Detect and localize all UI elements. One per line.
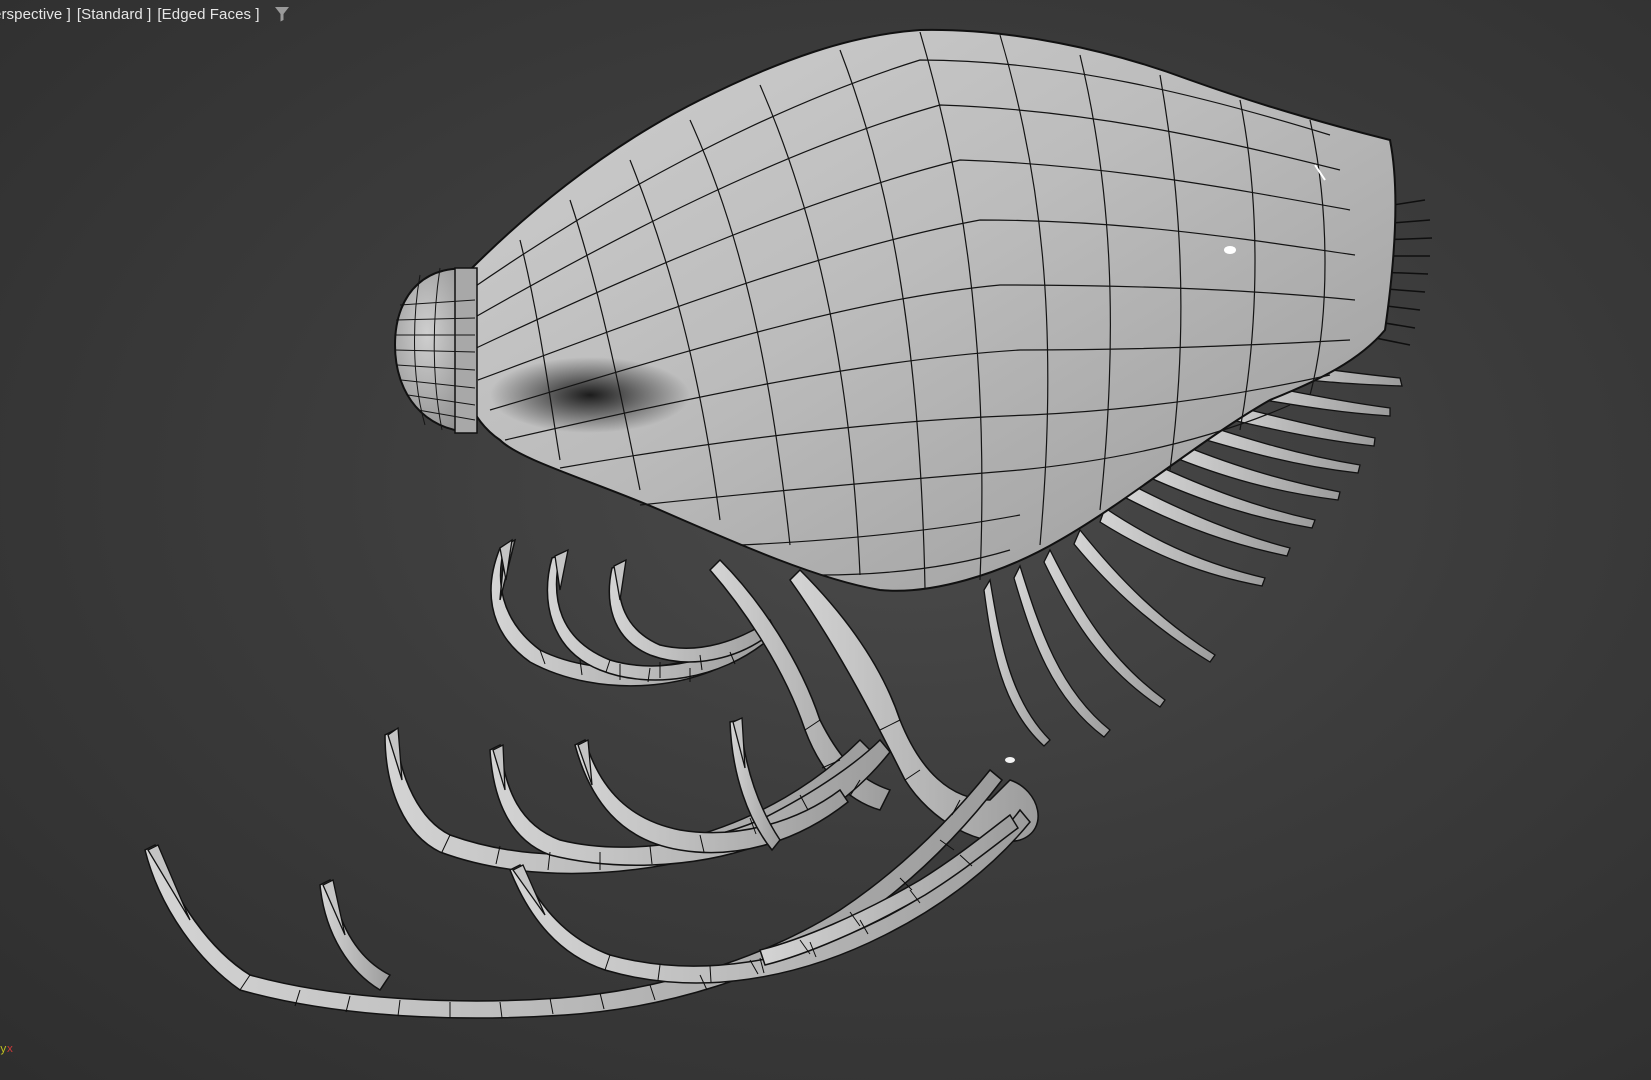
axis-tripod: yx: [0, 1044, 13, 1056]
viewport-label-bar: erspective ] [Standard ] [Edged Faces ]: [0, 4, 290, 24]
head-bulb: [393, 267, 478, 434]
claw-tips: [147, 538, 746, 936]
axis-x-label: x: [6, 1044, 14, 1056]
funnel-filter-icon[interactable]: [274, 6, 290, 22]
shell-shadow: [490, 357, 690, 433]
edged-faces-model[interactable]: [0, 0, 1651, 1080]
view-label-menu[interactable]: erspective ]: [0, 6, 71, 23]
axis-y-label: y: [0, 1044, 7, 1056]
perspective-viewport[interactable]: erspective ] [Standard ] [Edged Faces ] …: [0, 0, 1651, 1080]
shading-label-menu[interactable]: [Standard ]: [77, 6, 151, 23]
display-mode-label-menu[interactable]: [Edged Faces ]: [157, 6, 259, 23]
